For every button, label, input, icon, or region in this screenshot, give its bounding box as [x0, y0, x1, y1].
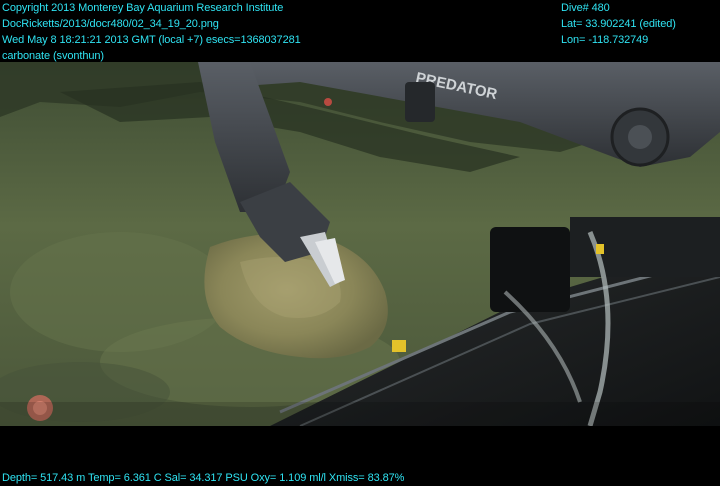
copyright-text: Copyright 2013 Monterey Bay Aquarium Res… — [2, 2, 284, 14]
dive-number: Dive# 480 — [561, 2, 610, 14]
yellow-tag-small — [596, 244, 604, 254]
tray-block — [490, 227, 570, 312]
red-organism-small — [324, 98, 332, 106]
telemetry-bar: Depth= 517.43 m Temp= 6.361 C Sal= 34.31… — [2, 470, 404, 486]
latitude-text: Lat= 33.902241 (edited) — [561, 18, 676, 30]
wrist-bracket — [405, 82, 435, 122]
filename-text: DocRicketts/2013/docr480/02_34_19_20.png — [2, 18, 219, 30]
yellow-tag — [392, 340, 406, 352]
tray-bracket — [570, 217, 720, 277]
timestamp-text: Wed May 8 18:21:21 2013 GMT (local +7) e… — [2, 34, 301, 46]
longitude-text: Lon= -118.732749 — [561, 34, 649, 46]
header-info-right: Dive# 480 Lat= 33.902241 (edited) Lon= -… — [561, 0, 676, 48]
underwater-scene-image: PREDATOR — [0, 62, 720, 426]
telemetry-text: Depth= 517.43 m Temp= 6.361 C Sal= 34.31… — [2, 472, 405, 484]
header-info-left: Copyright 2013 Monterey Bay Aquarium Res… — [2, 0, 301, 64]
vignette — [0, 402, 720, 426]
joint-center — [628, 125, 652, 149]
underwater-camera-view: PREDATOR — [0, 62, 720, 426]
